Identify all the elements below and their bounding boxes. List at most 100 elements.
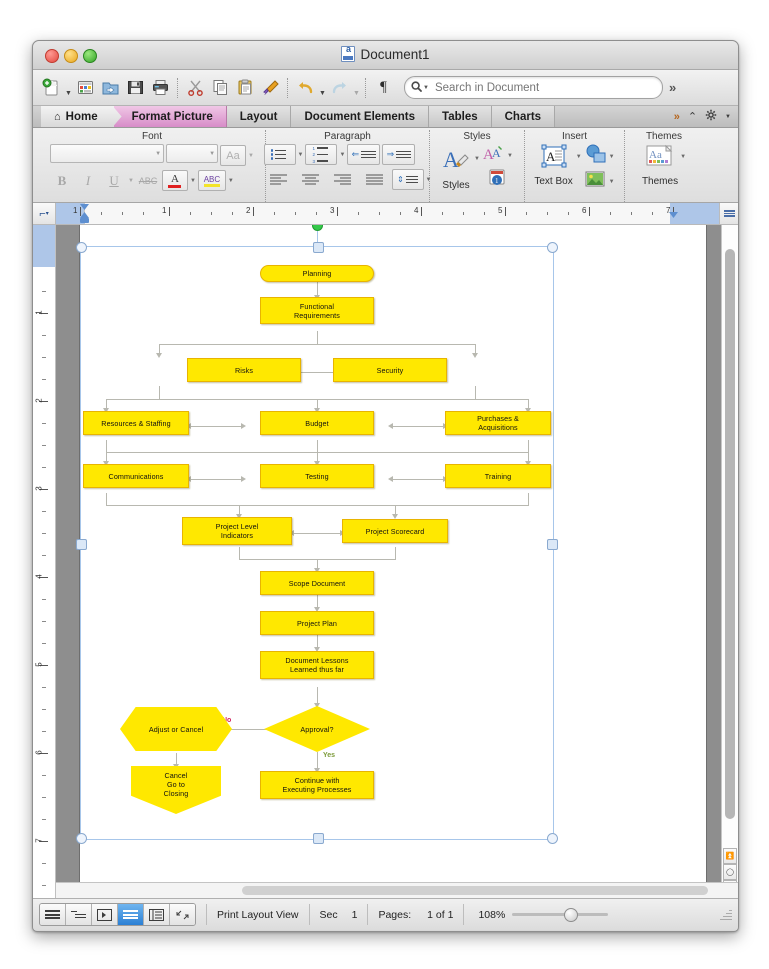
- tab-document-elements[interactable]: Document Elements: [291, 106, 430, 127]
- node-communications[interactable]: Communications: [83, 464, 189, 488]
- tab-stop-selector-icon[interactable]: ⌐ ▾: [33, 203, 56, 224]
- previous-page-button[interactable]: ⏫: [723, 848, 737, 864]
- node-planning[interactable]: Planning: [260, 265, 374, 282]
- node-approval[interactable]: Approval?: [264, 706, 370, 752]
- align-right-icon[interactable]: [328, 170, 358, 189]
- print-layout-icon[interactable]: [118, 904, 144, 925]
- font-size-input[interactable]: ▼: [166, 144, 219, 163]
- search-box[interactable]: ▼: [404, 76, 663, 99]
- node-security[interactable]: Security: [333, 358, 447, 382]
- bulleted-list-icon[interactable]: [263, 144, 296, 165]
- search-input[interactable]: [432, 80, 656, 95]
- themes-button[interactable]: Aa Themes: [642, 144, 678, 187]
- tab-charts[interactable]: Charts: [491, 106, 556, 127]
- tab-tables[interactable]: Tables: [429, 106, 492, 127]
- search-scope-caret-icon[interactable]: ▼: [423, 85, 429, 91]
- change-case-caret-icon[interactable]: ▼: [248, 153, 254, 159]
- node-budget[interactable]: Budget: [260, 411, 374, 435]
- collapse-ribbon-icon[interactable]: ⌃: [688, 110, 697, 123]
- node-resources-staffing[interactable]: Resources & Staffing: [83, 411, 189, 435]
- bulleted-list-caret-icon[interactable]: ▼: [298, 152, 304, 158]
- highlight-icon[interactable]: ABC: [197, 170, 226, 191]
- tab-overflow-icon[interactable]: »: [674, 111, 680, 123]
- decrease-indent-icon[interactable]: ⇐: [347, 144, 381, 165]
- text-box-button[interactable]: A Text Box: [534, 144, 573, 187]
- redo-icon[interactable]: [327, 75, 352, 101]
- underline-caret-icon[interactable]: ▼: [128, 178, 134, 184]
- document-horizontal-scrollbar[interactable]: [56, 882, 738, 898]
- resize-grip-icon[interactable]: [719, 908, 732, 921]
- ribbon-settings-gear-icon[interactable]: [705, 109, 717, 124]
- node-testing[interactable]: Testing: [260, 464, 374, 488]
- strikethrough-button[interactable]: ABC: [136, 171, 160, 190]
- node-document-lessons[interactable]: Document Lessons Learned thus far: [260, 651, 374, 679]
- node-project-scorecard[interactable]: Project Scorecard: [342, 519, 448, 543]
- increase-indent-icon[interactable]: ⇒: [382, 144, 416, 165]
- toolbar-overflow-icon[interactable]: »: [669, 80, 676, 95]
- line-spacing-icon[interactable]: ⇕: [391, 169, 424, 190]
- copy-icon[interactable]: [208, 75, 233, 101]
- picture-caret-icon[interactable]: ▼: [609, 179, 615, 185]
- zoom-slider-knob[interactable]: [564, 908, 579, 922]
- full-screen-icon[interactable]: [170, 904, 195, 925]
- document-page[interactable]: No Yes Planning Functional Requirements R…: [76, 225, 706, 898]
- shapes-caret-icon[interactable]: ▼: [609, 154, 615, 160]
- paste-icon[interactable]: [233, 75, 258, 101]
- font-name-input[interactable]: ▼: [50, 144, 165, 163]
- node-project-level-indicators[interactable]: Project Level Indicators: [182, 517, 292, 545]
- new-document-caret-icon[interactable]: ▼: [64, 71, 73, 105]
- node-continue-executing[interactable]: Continue with Executing Processes: [260, 771, 374, 799]
- node-functional-requirements[interactable]: Functional Requirements: [260, 297, 374, 324]
- font-color-icon[interactable]: A: [161, 170, 188, 191]
- font-color-caret-icon[interactable]: ▼: [190, 178, 196, 184]
- gear-caret-icon[interactable]: ▼: [725, 114, 731, 120]
- cut-icon[interactable]: [183, 75, 208, 101]
- notebook-layout-icon[interactable]: [144, 904, 170, 925]
- node-scope-document[interactable]: Scope Document: [260, 571, 374, 595]
- ruler-end-controls[interactable]: [719, 203, 738, 224]
- format-painter-icon[interactable]: [258, 75, 283, 101]
- shapes-icon[interactable]: [585, 144, 607, 169]
- zoom-slider[interactable]: [512, 908, 609, 922]
- underline-button[interactable]: U: [102, 171, 126, 190]
- draft-view-icon[interactable]: [40, 904, 66, 925]
- left-indent-marker[interactable]: [80, 218, 89, 223]
- horizontal-ruler[interactable]: 1 1 2 3 4 5 6 7: [56, 203, 719, 224]
- tab-layout[interactable]: Layout: [226, 106, 292, 127]
- node-purchases-acquisitions[interactable]: Purchases & Acquisitions: [445, 411, 551, 435]
- bold-button[interactable]: B: [50, 171, 74, 190]
- themes-caret-icon[interactable]: ▼: [680, 154, 686, 160]
- node-cancel-go-to-closing[interactable]: Cancel Go to Closing: [131, 766, 221, 814]
- vertical-scrollbar-thumb[interactable]: [725, 249, 735, 819]
- save-icon[interactable]: [123, 75, 148, 101]
- styles-button[interactable]: A Styles: [441, 144, 471, 191]
- styles-caret-icon[interactable]: ▼: [474, 156, 480, 162]
- numbered-list-icon[interactable]: 123: [305, 144, 338, 165]
- align-center-icon[interactable]: [296, 170, 326, 189]
- text-box-caret-icon[interactable]: ▼: [576, 154, 582, 160]
- rotation-handle[interactable]: [312, 225, 323, 231]
- project-planning-flowchart[interactable]: No Yes Planning Functional Requirements R…: [81, 247, 553, 839]
- undo-caret-icon[interactable]: ▼: [318, 71, 327, 105]
- outline-view-icon[interactable]: [66, 904, 92, 925]
- template-gallery-icon[interactable]: [73, 75, 98, 101]
- new-document-icon[interactable]: [39, 75, 64, 101]
- text-effects-caret-icon[interactable]: ▼: [507, 153, 513, 159]
- show-formatting-marks-icon[interactable]: ¶: [371, 75, 396, 101]
- italic-button[interactable]: I: [76, 171, 100, 190]
- numbered-list-caret-icon[interactable]: ▼: [339, 152, 345, 158]
- node-adjust-or-cancel[interactable]: Adjust or Cancel: [120, 707, 232, 751]
- picture-icon[interactable]: [585, 170, 607, 193]
- horizontal-scrollbar-thumb[interactable]: [242, 886, 708, 895]
- highlight-caret-icon[interactable]: ▼: [228, 178, 234, 184]
- vertical-ruler[interactable]: 1 2 3 4 5 6 7: [33, 225, 56, 898]
- tab-format-picture[interactable]: Format Picture: [113, 106, 227, 127]
- publishing-layout-icon[interactable]: [92, 904, 118, 925]
- print-icon[interactable]: [148, 75, 173, 101]
- tab-home[interactable]: ⌂ Home: [41, 106, 114, 127]
- document-vertical-scrollbar[interactable]: ⏫ ◯ ⏬: [721, 225, 738, 898]
- quick-style-icon[interactable]: 1: [488, 168, 508, 193]
- text-effects-icon[interactable]: AA: [483, 144, 505, 167]
- redo-caret-icon[interactable]: ▼: [352, 71, 361, 105]
- undo-icon[interactable]: [293, 75, 318, 101]
